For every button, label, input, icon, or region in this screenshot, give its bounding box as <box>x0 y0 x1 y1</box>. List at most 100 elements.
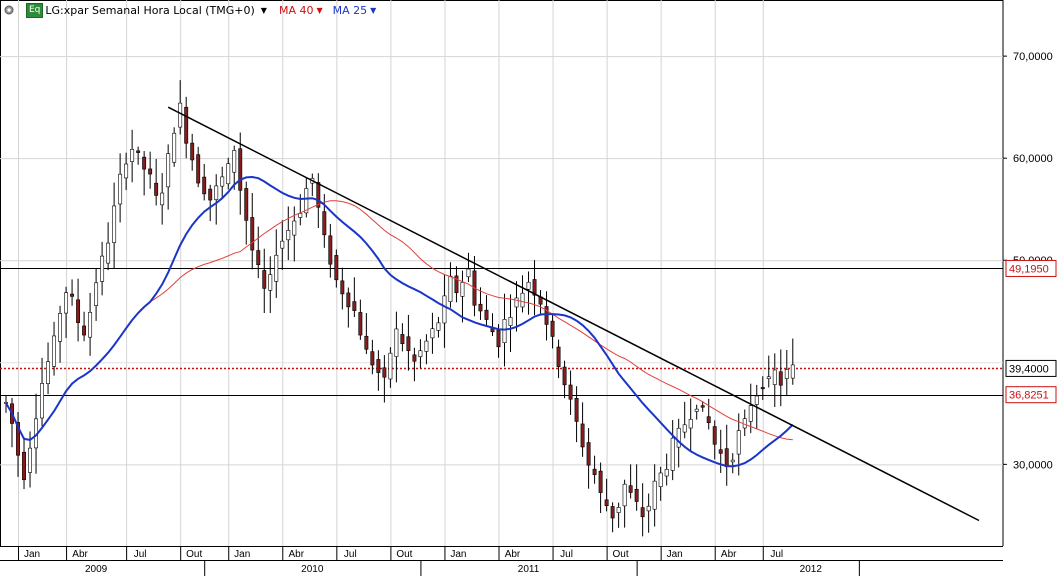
month-label: Jul <box>134 549 147 560</box>
candle-body <box>616 507 621 513</box>
candle-body <box>142 156 147 170</box>
candle-body <box>604 499 609 507</box>
candle-body <box>634 488 639 502</box>
candle-body <box>766 376 771 379</box>
chart-canvas: 70,000060,000050,000030,000049,195039,40… <box>0 0 1058 576</box>
month-label: Jan <box>234 549 250 560</box>
candle-body <box>550 320 555 337</box>
candle-body <box>250 217 255 251</box>
candle-body <box>226 163 231 185</box>
candle-body <box>502 319 507 344</box>
candle-body <box>460 282 465 297</box>
candle-body <box>622 483 627 507</box>
candle-body <box>664 469 669 477</box>
candle-body <box>520 292 525 308</box>
candle-body <box>58 313 63 342</box>
candle-body <box>160 192 165 206</box>
candle-body <box>46 361 50 384</box>
candle-body <box>784 369 789 379</box>
candle-body <box>400 334 405 344</box>
candle-body <box>88 312 93 338</box>
candle-body <box>94 282 99 306</box>
candle-body <box>124 163 129 179</box>
candle-body <box>184 106 189 144</box>
settings-icon[interactable] <box>2 3 16 17</box>
year-label: 2011 <box>518 564 540 575</box>
candle-body <box>280 240 285 249</box>
candle-body <box>322 211 327 236</box>
candle-body <box>76 299 81 323</box>
candle-body <box>196 154 201 184</box>
price-label: 49,1950 <box>1009 263 1049 275</box>
candle-body <box>568 384 573 400</box>
candle-body <box>736 430 741 455</box>
candle-body <box>466 268 471 278</box>
candle-body <box>436 322 441 331</box>
candle-body <box>724 448 729 468</box>
candle-body <box>256 250 261 266</box>
candle-body <box>790 364 795 379</box>
candle-body <box>370 351 375 366</box>
year-label: 2012 <box>800 564 823 575</box>
candle-body <box>262 270 267 289</box>
candle-body <box>118 173 123 205</box>
month-label: Abr <box>72 549 88 560</box>
candle-body <box>220 176 225 187</box>
candle-body <box>232 150 237 173</box>
year-label: 2009 <box>85 564 108 575</box>
candle-body <box>598 470 603 493</box>
candle-body <box>778 371 783 386</box>
candle-body <box>718 449 723 454</box>
ma25-label[interactable]: MA 25 <box>333 4 368 17</box>
ma25-dropdown-icon[interactable]: ▼ <box>370 6 376 15</box>
candle-body <box>244 188 249 221</box>
candle-body <box>442 295 447 324</box>
candle-body <box>478 303 483 312</box>
ma40-label[interactable]: MA 40 <box>279 4 314 17</box>
instrument-dropdown-icon[interactable]: ▼ <box>261 6 267 15</box>
candle-body <box>214 185 219 200</box>
candle-body <box>328 235 333 265</box>
ma40-dropdown-icon[interactable]: ▼ <box>316 6 322 15</box>
candle-body <box>700 405 705 408</box>
candle-body <box>430 328 435 339</box>
month-label: Abr <box>289 549 305 560</box>
instrument-type-badge: Eq <box>26 2 44 18</box>
month-label: Jul <box>560 549 573 560</box>
candle-body <box>556 346 561 367</box>
candle-body <box>760 387 765 390</box>
candle-body <box>130 148 135 162</box>
candle-body <box>496 329 501 348</box>
candle-body <box>70 293 75 297</box>
candle-body <box>376 359 381 373</box>
candle-body <box>748 405 753 422</box>
candle-body <box>292 220 297 236</box>
candle-body <box>364 335 369 350</box>
candle-body <box>682 424 687 433</box>
month-label: Jan <box>24 549 40 560</box>
candle-body <box>646 505 651 512</box>
price-tick-label: 30,0000 <box>1013 459 1053 471</box>
candle-body <box>358 312 363 336</box>
month-label: Abr <box>505 549 521 560</box>
candle-body <box>772 369 777 385</box>
month-label: Jul <box>344 549 357 560</box>
month-label: Out <box>186 549 202 560</box>
candle-body <box>382 367 387 378</box>
price-tick-label: 70,0000 <box>1013 51 1053 63</box>
candle-body <box>22 451 26 481</box>
candle-body <box>424 340 429 352</box>
candle-body <box>334 255 339 281</box>
candle-body <box>136 150 141 153</box>
candle-body <box>694 408 699 412</box>
candle-body <box>172 132 177 163</box>
candle-body <box>64 292 69 314</box>
candle-body <box>238 148 243 191</box>
candle-body <box>190 142 195 161</box>
candle-body <box>640 507 645 518</box>
instrument-title[interactable]: LG:xpar Semanal Hora Local (TMG+0) <box>45 4 254 17</box>
candle-body <box>178 102 183 128</box>
candle-body <box>286 230 291 241</box>
candle-body <box>562 366 567 386</box>
candle-body <box>418 350 423 357</box>
